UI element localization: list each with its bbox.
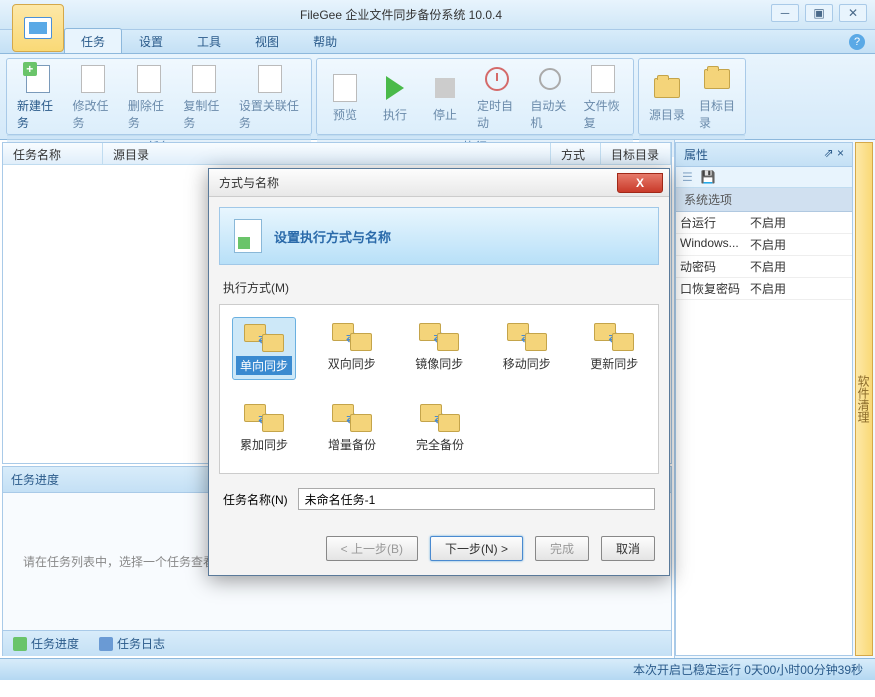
method-full-backup[interactable]: ⇄完全备份: [408, 398, 472, 457]
props-section: 系统选项: [676, 188, 852, 212]
props-toolbar: ☰ 💾: [676, 167, 852, 188]
source-dir-button[interactable]: 源目录: [643, 61, 691, 133]
col-method[interactable]: 方式: [551, 143, 601, 164]
copy-task-button[interactable]: 复制任务: [177, 61, 230, 133]
banner-icon: [234, 219, 262, 253]
titlebar: FileGee 企业文件同步备份系统 10.0.4 ─ ▣ ✕: [0, 0, 875, 30]
ribbon: 新建任务 修改任务 删除任务 复制任务 设置关联任务 任务 预览 执行 停止 定…: [0, 54, 875, 140]
new-task-button[interactable]: 新建任务: [11, 61, 64, 133]
ribbon-group-dir: 源目录 目标目录 目录: [638, 58, 746, 135]
list-icon[interactable]: ☰: [682, 170, 693, 184]
menubar: 任务 设置 工具 视图 帮助 ?: [0, 30, 875, 54]
menu-tab-help[interactable]: 帮助: [296, 28, 354, 53]
menu-tab-view[interactable]: 视图: [238, 28, 296, 53]
dialog-close-button[interactable]: X: [617, 173, 663, 193]
tab-log[interactable]: 任务日志: [89, 631, 175, 656]
method-incr-backup[interactable]: ⇄增量备份: [320, 398, 384, 457]
method-dialog: 方式与名称 X 设置执行方式与名称 执行方式(M) ⇄单向同步 ⇄双向同步 ⇄镜…: [208, 168, 670, 576]
properties-panel: 属性 ⇗ × ☰ 💾 系统选项 台运行不启用 Windows...不启用 动密码…: [675, 142, 853, 656]
log-icon: [99, 637, 113, 651]
ribbon-group-task: 新建任务 修改任务 删除任务 复制任务 设置关联任务 任务: [6, 58, 312, 135]
run-button[interactable]: 执行: [371, 61, 419, 133]
edit-task-button[interactable]: 修改任务: [66, 61, 119, 133]
banner-text: 设置执行方式与名称: [274, 227, 391, 246]
next-button[interactable]: 下一步(N) >: [430, 536, 523, 561]
minimize-button[interactable]: ─: [771, 4, 799, 22]
dialog-title: 方式与名称: [219, 174, 279, 191]
method-group-label: 执行方式(M): [223, 279, 659, 296]
shutdown-button[interactable]: 自动关机: [524, 61, 575, 133]
props-title: 属性: [684, 146, 708, 163]
back-button[interactable]: < 上一步(B): [326, 536, 418, 561]
window-title: FileGee 企业文件同步备份系统 10.0.4: [300, 6, 502, 23]
col-source[interactable]: 源目录: [103, 143, 551, 164]
progress-icon: [13, 637, 27, 651]
task-list-header: 任务名称 源目录 方式 目标目录: [3, 143, 671, 165]
tab-progress[interactable]: 任务进度: [3, 631, 89, 656]
cancel-button[interactable]: 取消: [601, 536, 655, 561]
help-icon[interactable]: ?: [849, 34, 865, 50]
preview-button[interactable]: 预览: [321, 61, 369, 133]
col-target[interactable]: 目标目录: [601, 143, 671, 164]
save-icon[interactable]: 💾: [701, 170, 716, 184]
method-twoway-sync[interactable]: ⇄双向同步: [320, 317, 384, 380]
task-name-input[interactable]: [298, 488, 655, 510]
props-pin-close[interactable]: ⇗ ×: [824, 146, 844, 163]
method-move-sync[interactable]: ⇄移动同步: [495, 317, 559, 380]
dialog-banner: 设置执行方式与名称: [219, 207, 659, 265]
task-name-label: 任务名称(N): [223, 491, 288, 508]
menu-tab-task[interactable]: 任务: [64, 28, 122, 53]
close-button[interactable]: ✕: [839, 4, 867, 22]
uptime-text: 本次开启已稳定运行 0天00小时00分钟39秒: [633, 661, 863, 678]
side-tab-cleanup[interactable]: 软件清理: [855, 142, 873, 656]
method-accum-sync[interactable]: ⇄累加同步: [232, 398, 296, 457]
dialog-titlebar[interactable]: 方式与名称 X: [209, 169, 669, 197]
restore-button[interactable]: 文件恢复: [578, 61, 629, 133]
link-task-button[interactable]: 设置关联任务: [233, 61, 307, 133]
schedule-button[interactable]: 定时自动: [471, 61, 522, 133]
target-dir-button[interactable]: 目标目录: [693, 61, 741, 133]
statusbar: 本次开启已稳定运行 0天00小时00分钟39秒: [0, 658, 875, 680]
method-update-sync[interactable]: ⇄更新同步: [583, 317, 647, 380]
menu-tab-tools[interactable]: 工具: [180, 28, 238, 53]
stop-button[interactable]: 停止: [421, 61, 469, 133]
menu-tab-settings[interactable]: 设置: [122, 28, 180, 53]
method-grid: ⇄单向同步 ⇄双向同步 ⇄镜像同步 ⇄移动同步 ⇄更新同步 ⇄累加同步 ⇄增量备…: [219, 304, 659, 474]
method-oneway-sync[interactable]: ⇄单向同步: [232, 317, 296, 380]
method-mirror-sync[interactable]: ⇄镜像同步: [408, 317, 472, 380]
app-menu-icon[interactable]: [12, 4, 64, 52]
ribbon-group-exec: 预览 执行 停止 定时自动 自动关机 文件恢复 执行: [316, 58, 634, 135]
maximize-button[interactable]: ▣: [805, 4, 833, 22]
col-name[interactable]: 任务名称: [3, 143, 103, 164]
delete-task-button[interactable]: 删除任务: [122, 61, 175, 133]
finish-button[interactable]: 完成: [535, 536, 589, 561]
